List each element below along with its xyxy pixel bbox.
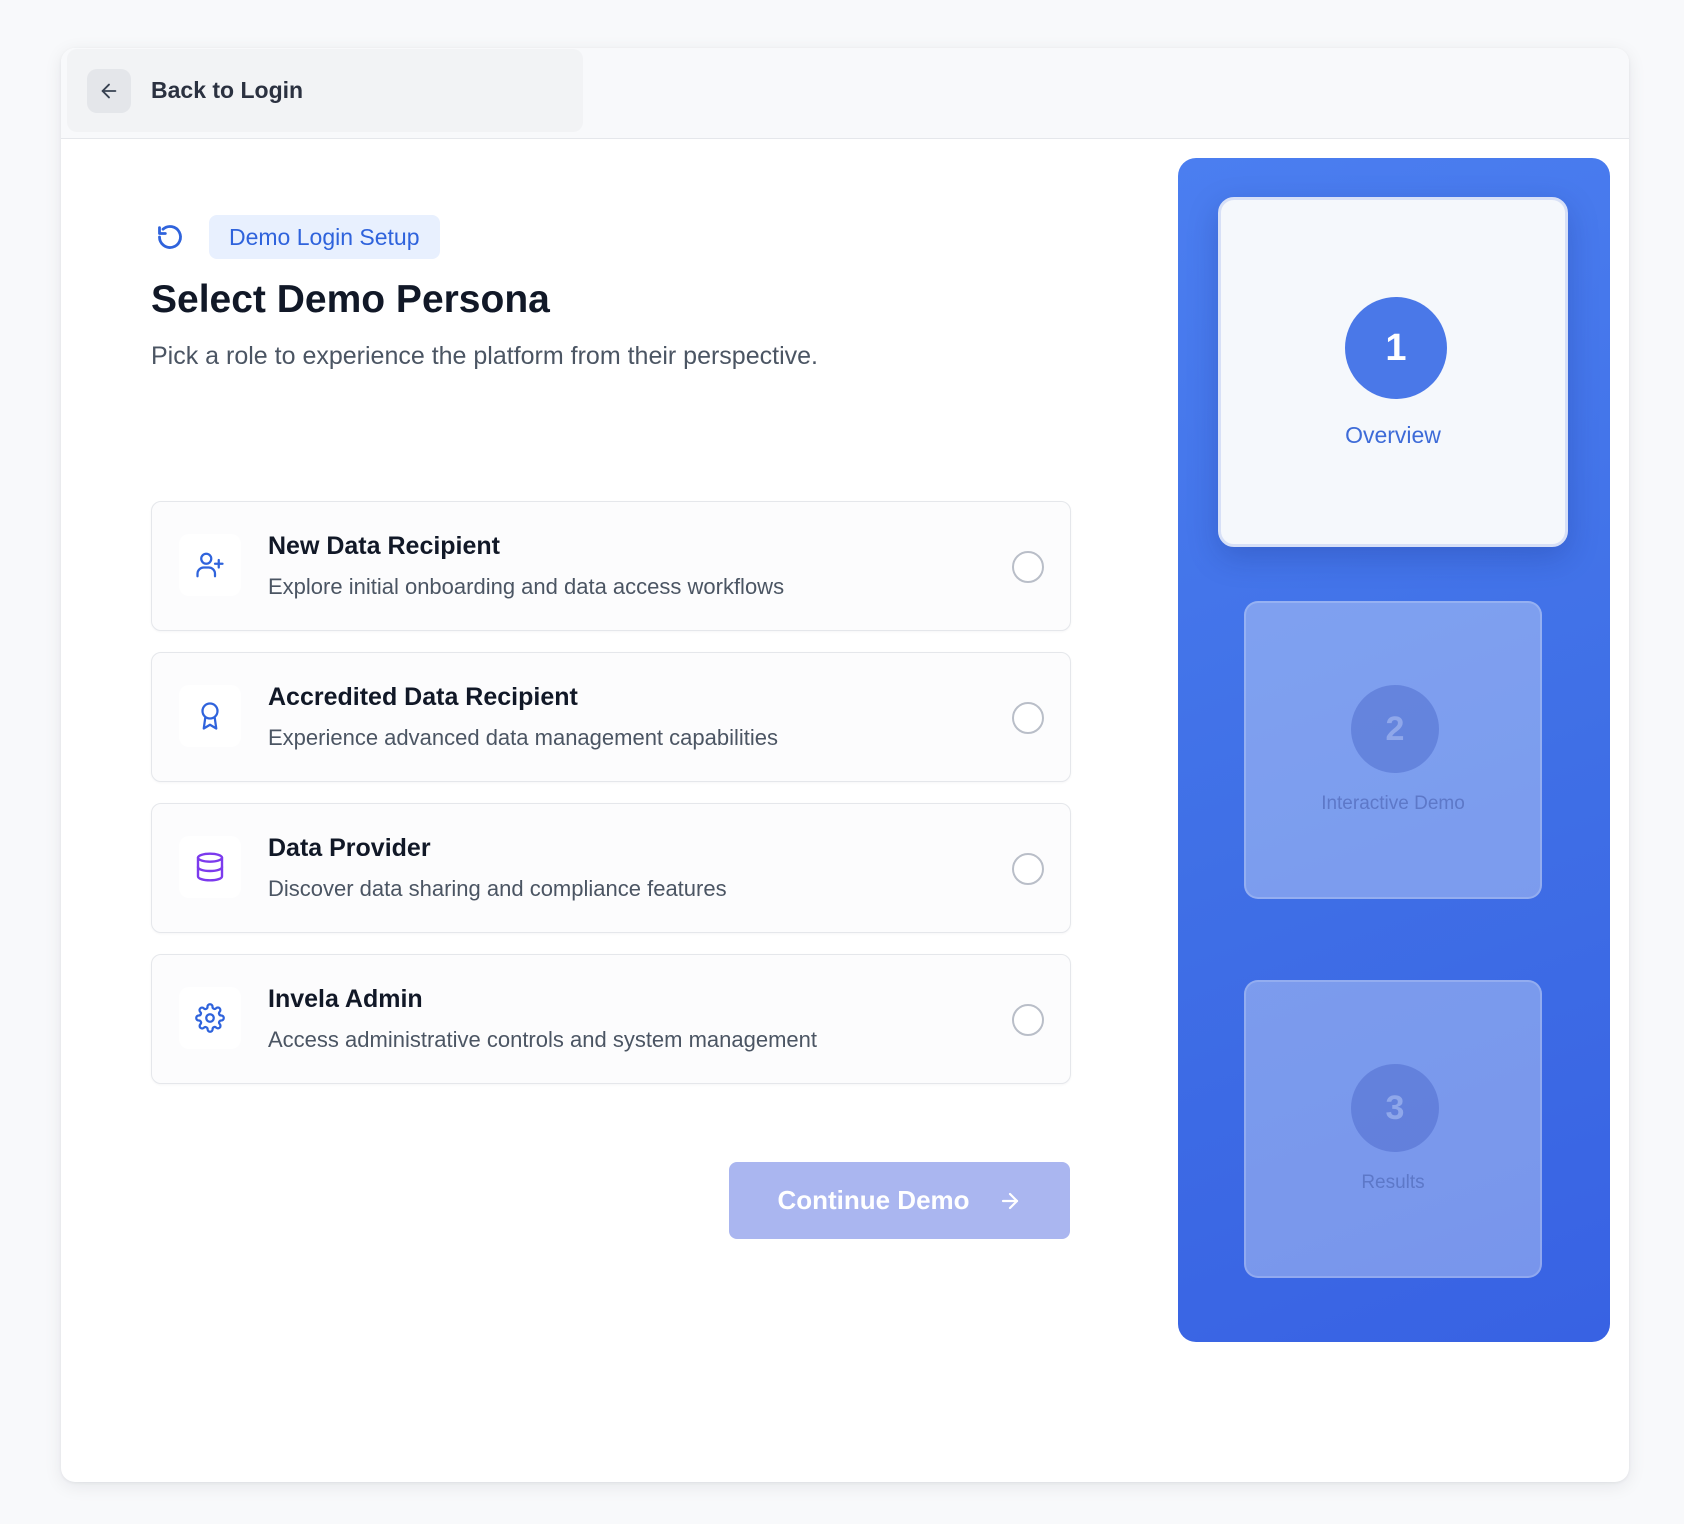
continue-demo-label: Continue Demo (777, 1185, 970, 1215)
settings-icon (179, 987, 241, 1049)
step-label: Interactive Demo (1321, 793, 1465, 814)
arrow-right-icon (998, 1189, 1022, 1213)
step-number: 1 (1345, 297, 1447, 399)
back-to-login-label: Back to Login (151, 77, 304, 103)
step-results[interactable]: 3 Results (1244, 980, 1542, 1278)
persona-name: New Data Recipient (268, 532, 501, 560)
page-subtitle: Pick a role to experience the platform f… (151, 342, 818, 370)
persona-option-new-data-recipient[interactable]: New Data Recipient Explore initial onboa… (151, 501, 1071, 631)
database-icon (179, 836, 241, 898)
persona-name: Invela Admin (268, 985, 423, 1013)
user-plus-icon (179, 534, 241, 596)
persona-description: Discover data sharing and compliance fea… (268, 876, 727, 901)
persona-radio[interactable] (1012, 853, 1044, 885)
step-label: Overview (1345, 422, 1441, 448)
steps-panel: 1 Overview 2 Interactive Demo 3 Results (1178, 158, 1610, 1342)
badge-row: Demo Login Setup (151, 215, 1071, 259)
persona-radio[interactable] (1012, 702, 1044, 734)
persona-description: Explore initial onboarding and data acce… (268, 574, 785, 599)
persona-option-data-provider[interactable]: Data Provider Discover data sharing and … (151, 803, 1071, 933)
persona-radio[interactable] (1012, 551, 1044, 583)
card-header: Back to Login (61, 48, 1629, 139)
award-icon (179, 685, 241, 747)
step-number: 2 (1351, 685, 1439, 773)
step-interactive-demo[interactable]: 2 Interactive Demo (1244, 601, 1542, 899)
step-overview[interactable]: 1 Overview (1218, 197, 1568, 547)
back-to-login-button[interactable]: Back to Login (67, 49, 583, 132)
continue-demo-button[interactable]: Continue Demo (729, 1162, 1070, 1239)
persona-description: Access administrative controls and syste… (268, 1027, 818, 1052)
arrow-left-icon (87, 68, 131, 113)
loader-icon (155, 222, 185, 252)
persona-selection: Demo Login Setup Select Demo Persona Pic… (151, 215, 1071, 1239)
persona-description: Experience advanced data management capa… (268, 725, 778, 750)
persona-name: Data Provider (268, 834, 431, 862)
step-label: Results (1361, 1172, 1425, 1193)
demo-login-setup-badge: Demo Login Setup (209, 215, 440, 259)
step-number: 3 (1351, 1064, 1439, 1152)
persona-list: New Data Recipient Explore initial onboa… (151, 501, 1071, 1105)
persona-radio[interactable] (1012, 1004, 1044, 1036)
persona-option-invela-admin[interactable]: Invela Admin Access administrative contr… (151, 954, 1071, 1084)
persona-name: Accredited Data Recipient (268, 683, 578, 711)
demo-setup-card: Back to Login Demo Login Setup Select De… (61, 48, 1629, 1482)
persona-option-accredited-data-recipient[interactable]: Accredited Data Recipient Experience adv… (151, 652, 1071, 782)
page-title: Select Demo Persona (151, 278, 550, 321)
